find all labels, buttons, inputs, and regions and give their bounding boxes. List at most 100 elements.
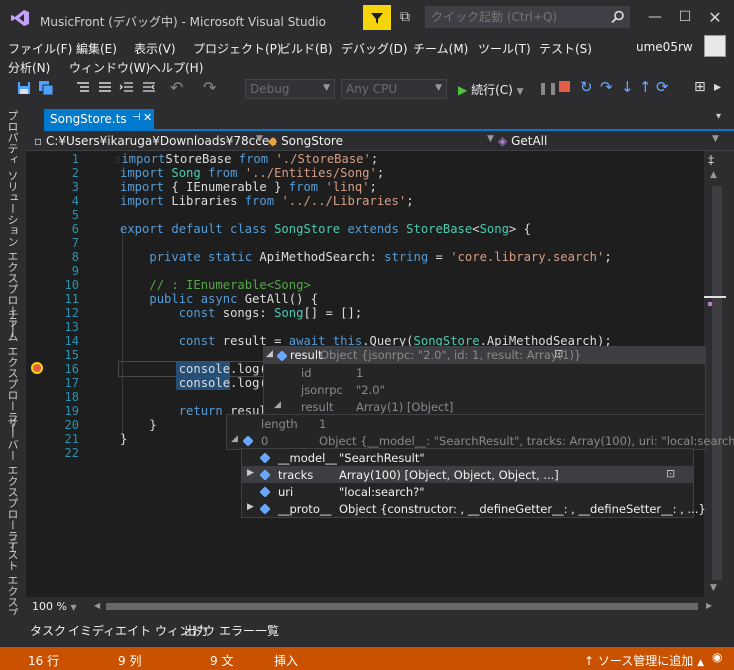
- minimize-button[interactable]: —: [640, 6, 670, 28]
- uncomment-lines-icon[interactable]: [97, 80, 113, 96]
- datatip-row[interactable]: id 1: [264, 364, 705, 381]
- code-line[interactable]: console.log(r: [120, 376, 274, 390]
- stop-icon[interactable]: [559, 81, 570, 92]
- save-all-icon[interactable]: [38, 80, 54, 96]
- user-name[interactable]: ume05rw: [636, 40, 693, 54]
- object-icon: [242, 433, 254, 447]
- datatip-row[interactable]: ◢ result Array(1) [Object]: [264, 398, 705, 415]
- datatip-row[interactable]: jsonrpc "2.0": [264, 381, 705, 398]
- notification-filter-button[interactable]: [363, 5, 391, 30]
- menu-tools[interactable]: ツール(T): [478, 40, 531, 57]
- redo-icon[interactable]: ↷: [203, 78, 216, 97]
- configuration-select[interactable]: Debug ▼: [245, 79, 335, 99]
- quick-launch-input[interactable]: [426, 7, 606, 27]
- datatip-header-row[interactable]: ◢ result Object {jsonrpc: "2.0", id: 1, …: [264, 347, 705, 364]
- code-line[interactable]: // : IEnumerable<Song>: [120, 278, 310, 292]
- overflow-icon[interactable]: ▸: [714, 79, 721, 95]
- scroll-left-icon[interactable]: ◀: [94, 601, 100, 610]
- indent-icon[interactable]: [141, 80, 157, 96]
- code-line[interactable]: const songs: Song[] = [];: [120, 306, 362, 320]
- code-line[interactable]: public async GetAll() {: [120, 292, 318, 306]
- tab-songstore[interactable]: SongStore.ts ⊣ ✕: [44, 109, 154, 129]
- breakpoint-window-icon[interactable]: ⊞: [694, 79, 706, 95]
- pin-icon[interactable]: ⊡: [666, 467, 675, 480]
- member-dropdown[interactable]: ◈ GetAll: [498, 134, 547, 148]
- tab-tasks[interactable]: タスク: [30, 622, 66, 639]
- side-tab-team-explorer[interactable]: チーム エクスプローラー: [4, 309, 20, 434]
- datatip-row[interactable]: ▶ tracks Array(100) [Object, Object, Objec…: [242, 466, 693, 483]
- outdent-icon[interactable]: [119, 80, 135, 96]
- datatip-search-result[interactable]: __model__ "SearchResult" ▶ tracks Array(100…: [241, 448, 706, 518]
- close-tab-icon[interactable]: ✕: [143, 111, 152, 124]
- side-tab-properties[interactable]: プロパティ: [4, 110, 20, 165]
- datatip-row[interactable]: ▶ __proto__ Object {constructor: , __defin…: [242, 500, 706, 517]
- expand-icon[interactable]: ▶: [247, 468, 254, 478]
- code-line[interactable]: import Song from '../Entities/Song';: [120, 166, 384, 180]
- maximize-button[interactable]: ☐: [670, 6, 700, 28]
- zoom-level[interactable]: 100 % ▼: [32, 600, 77, 613]
- menu-analyze[interactable]: 分析(N): [8, 59, 50, 76]
- source-control-button[interactable]: ↑ ソース管理に追加 ▲: [584, 652, 704, 669]
- collapse-icon[interactable]: ◢: [266, 349, 273, 359]
- code-line[interactable]: console.log(: [120, 362, 267, 376]
- tab-overflow-icon[interactable]: ▾: [716, 111, 721, 122]
- datatip-row[interactable]: length 1: [227, 415, 705, 432]
- datatip-row[interactable]: uri "local:search?": [242, 483, 693, 500]
- undo-icon[interactable]: ↶: [170, 78, 183, 97]
- collapse-icon[interactable]: ◢: [274, 400, 281, 410]
- step-into-icon[interactable]: ↓: [621, 78, 634, 96]
- menu-edit[interactable]: 編集(E): [76, 40, 117, 57]
- scroll-right-icon[interactable]: ▶: [706, 601, 712, 610]
- menu-test[interactable]: テスト(S): [539, 40, 592, 57]
- menu-build[interactable]: ビルド(B): [279, 40, 333, 57]
- refresh-icon[interactable]: ⟳: [656, 78, 669, 96]
- step-over-icon[interactable]: ↷: [600, 78, 613, 96]
- step-out-icon[interactable]: ↑: [639, 78, 652, 96]
- continue-button[interactable]: ▶ 続行(C) ▼: [458, 81, 524, 98]
- scrollbar-track[interactable]: [712, 186, 722, 580]
- project-dropdown[interactable]: ▫ C:¥Users¥ikaruga¥Downloads¥78ccee: [34, 134, 277, 148]
- avatar[interactable]: [704, 35, 726, 57]
- menu-window[interactable]: ウィンドウ(W): [69, 59, 150, 76]
- class-dropdown[interactable]: ◆ SongStore: [268, 134, 343, 148]
- collapse-icon[interactable]: ◢: [231, 434, 238, 444]
- feedback-icon[interactable]: ⧉: [400, 9, 410, 25]
- menu-file[interactable]: ファイル(F): [8, 40, 72, 57]
- code-line[interactable]: private static ApiMethodSearch: string =…: [120, 250, 611, 264]
- code-line[interactable]: import Libraries from '../../Libraries';: [120, 194, 414, 208]
- restart-icon[interactable]: ↻: [580, 78, 593, 96]
- code-line[interactable]: }: [120, 418, 156, 432]
- horizontal-scroll-thumb[interactable]: [106, 603, 698, 610]
- menu-project[interactable]: プロジェクト(P): [193, 40, 282, 57]
- datatip-result[interactable]: ◢ result Object {jsonrpc: "2.0", id: 1, …: [263, 346, 706, 416]
- tab-output[interactable]: 出力: [184, 622, 208, 639]
- pin-icon[interactable]: ⊡: [554, 347, 563, 360]
- menu-view[interactable]: 表示(V): [134, 40, 176, 57]
- comment-lines-icon[interactable]: [75, 80, 91, 96]
- tab-error-list[interactable]: エラー一覧: [219, 622, 279, 639]
- code-line[interactable]: import { IEnumerable } from 'linq';: [120, 180, 377, 194]
- split-icon[interactable]: ‡: [708, 153, 714, 167]
- quick-launch[interactable]: [425, 6, 630, 28]
- pause-icon[interactable]: ❚❚: [538, 81, 558, 95]
- code-line[interactable]: export default class SongStore extends S…: [120, 222, 531, 236]
- datatip-row[interactable]: ◢ 0 Object {__model__: "SearchResult", tra…: [227, 432, 734, 449]
- status-line: 16 行: [28, 654, 60, 668]
- notification-bell-icon[interactable]: ◉: [712, 650, 722, 664]
- close-button[interactable]: ✕: [700, 6, 730, 28]
- menu-help[interactable]: ヘルプ(H): [149, 59, 203, 76]
- expand-icon[interactable]: ▶: [247, 502, 254, 512]
- pin-icon[interactable]: ⊣: [132, 112, 141, 123]
- search-icon[interactable]: [611, 10, 625, 24]
- save-icon[interactable]: [16, 80, 32, 96]
- scroll-down-icon[interactable]: ▼: [710, 583, 717, 593]
- menu-debug[interactable]: デバッグ(D): [341, 40, 408, 57]
- code-line[interactable]: }: [120, 432, 127, 446]
- side-tab-server-explorer[interactable]: サーバー エクスプローラー: [4, 417, 20, 553]
- scroll-up-icon[interactable]: ▲: [710, 170, 717, 180]
- platform-select[interactable]: Any CPU ▼: [341, 79, 447, 99]
- code-line[interactable]: ▯importStoreBase from './StoreBase';: [114, 152, 378, 166]
- menu-team[interactable]: チーム(M): [413, 40, 468, 57]
- datatip-result-array[interactable]: length 1 ◢ 0 Object {__model__: "SearchResu…: [226, 414, 734, 450]
- datatip-row[interactable]: __model__ "SearchResult": [242, 449, 693, 466]
